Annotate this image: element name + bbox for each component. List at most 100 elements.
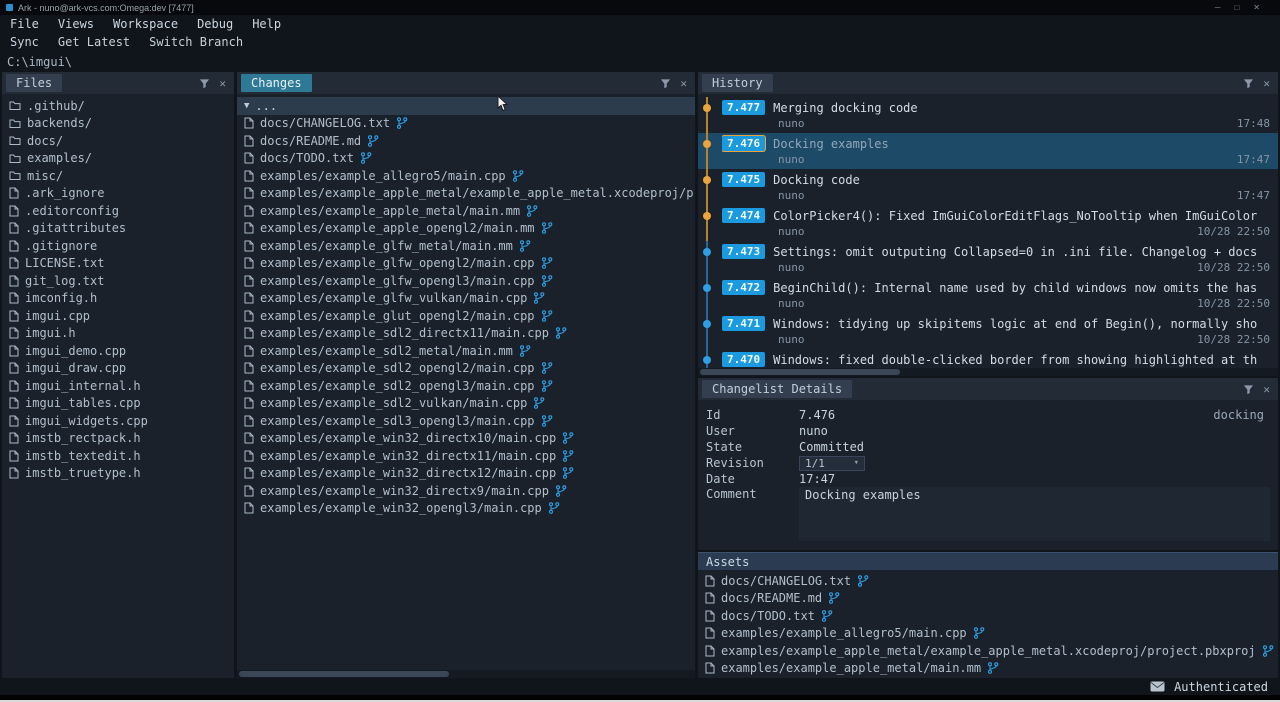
revision-badge[interactable]: 7.475: [722, 172, 765, 187]
changed-file-row[interactable]: examples/example_sdl2_directx11/main.cpp: [237, 325, 695, 343]
file-tree-item[interactable]: imconfig.h: [2, 290, 234, 308]
commit-row[interactable]: 7.477 Merging docking code nuno 17:48: [698, 97, 1278, 133]
filter-icon[interactable]: [1243, 384, 1254, 395]
close-panel-icon[interactable]: ✕: [680, 78, 687, 89]
changed-file-row[interactable]: examples/example_apple_metal/main.mm: [237, 202, 695, 220]
changed-file-row[interactable]: examples/example_apple_metal/example_app…: [237, 185, 695, 203]
changed-file-row[interactable]: examples/example_glfw_metal/main.mm: [237, 237, 695, 255]
file-tree-item[interactable]: misc/: [2, 167, 234, 185]
history-panel-title[interactable]: History: [702, 74, 773, 92]
commit-row[interactable]: 7.474 ColorPicker4(): Fixed ImGuiColorEd…: [698, 205, 1278, 241]
commit-row[interactable]: 7.475 Docking code nuno 17:47: [698, 169, 1278, 205]
file-tree-item[interactable]: docs/: [2, 132, 234, 150]
changed-file-row[interactable]: examples/example_glfw_opengl2/main.cpp: [237, 255, 695, 273]
changed-file-row[interactable]: examples/example_sdl2_metal/main.mm: [237, 342, 695, 360]
file-tree-item[interactable]: imstb_rectpack.h: [2, 430, 234, 448]
revision-badge[interactable]: 7.473: [722, 244, 765, 259]
file-tree-item[interactable]: imstb_truetype.h: [2, 465, 234, 483]
changed-file-row[interactable]: docs/README.md: [237, 132, 695, 150]
branch-icon: [562, 450, 574, 462]
toolbar-button[interactable]: Get Latest: [58, 35, 130, 49]
files-panel-title[interactable]: Files: [6, 74, 62, 92]
file-tree-item[interactable]: imgui_internal.h: [2, 377, 234, 395]
changed-file-row[interactable]: examples/example_allegro5/main.cpp: [237, 167, 695, 185]
asset-row[interactable]: docs/TODO.txt: [698, 607, 1278, 625]
history-horizontal-scrollbar: [698, 368, 1278, 376]
commit-row[interactable]: 7.473 Settings: omit outputing Collapsed…: [698, 241, 1278, 277]
revision-badge[interactable]: 7.477: [722, 100, 765, 115]
menu-item[interactable]: Workspace: [113, 17, 178, 31]
scrollbar-thumb[interactable]: [700, 369, 900, 375]
commit-row[interactable]: 7.470 Windows: fixed double-clicked bord…: [698, 349, 1278, 368]
file-tree-item[interactable]: .ark_ignore: [2, 185, 234, 203]
filter-icon[interactable]: [1243, 78, 1254, 89]
changelist-expander-row[interactable]: ▼ ...: [237, 97, 695, 115]
file-tree-item[interactable]: imgui.h: [2, 325, 234, 343]
menu-item[interactable]: Help: [252, 17, 281, 31]
changed-file-row[interactable]: examples/example_win32_directx9/main.cpp: [237, 482, 695, 500]
file-tree-item[interactable]: .editorconfig: [2, 202, 234, 220]
changed-file-row[interactable]: examples/example_sdl2_opengl2/main.cpp: [237, 360, 695, 378]
commit-row[interactable]: 7.476 Docking examples nuno 17:47: [698, 133, 1278, 169]
changed-file-row[interactable]: examples/example_win32_directx10/main.cp…: [237, 430, 695, 448]
commit-time: 17:47: [1237, 189, 1270, 202]
file-tree-item[interactable]: LICENSE.txt: [2, 255, 234, 273]
changed-file-row[interactable]: examples/example_glut_opengl2/main.cpp: [237, 307, 695, 325]
revision-badge[interactable]: 7.472: [722, 280, 765, 295]
file-icon: [9, 292, 19, 304]
file-tree-item[interactable]: imgui_demo.cpp: [2, 342, 234, 360]
close-panel-icon[interactable]: ✕: [219, 78, 226, 89]
branch-icon: [857, 575, 869, 587]
changed-file-row[interactable]: examples/example_apple_opengl2/main.mm: [237, 220, 695, 238]
asset-row[interactable]: docs/CHANGELOG.txt: [698, 572, 1278, 590]
file-tree-item[interactable]: imgui_widgets.cpp: [2, 412, 234, 430]
toolbar-button[interactable]: Sync: [10, 35, 39, 49]
changed-file-row[interactable]: examples/example_win32_directx11/main.cp…: [237, 447, 695, 465]
close-icon[interactable]: ✕: [1253, 3, 1260, 12]
close-panel-icon[interactable]: ✕: [1263, 78, 1270, 89]
filter-icon[interactable]: [660, 78, 671, 89]
file-tree-item[interactable]: .gitignore: [2, 237, 234, 255]
menu-item[interactable]: Views: [58, 17, 94, 31]
revision-badge[interactable]: 7.470: [722, 352, 765, 367]
changed-file-row[interactable]: examples/example_win32_opengl3/main.cpp: [237, 500, 695, 518]
changed-file-row[interactable]: examples/example_win32_directx12/main.cp…: [237, 465, 695, 483]
commit-row[interactable]: 7.472 BeginChild(): Internal name used b…: [698, 277, 1278, 313]
changed-file-row[interactable]: examples/example_sdl2_vulkan/main.cpp: [237, 395, 695, 413]
menu-item[interactable]: File: [10, 17, 39, 31]
file-tree-item[interactable]: imgui.cpp: [2, 307, 234, 325]
changed-file-row[interactable]: docs/TODO.txt: [237, 150, 695, 168]
revision-badge[interactable]: 7.474: [722, 208, 765, 223]
changed-file-row[interactable]: examples/example_sdl3_opengl3/main.cpp: [237, 412, 695, 430]
file-tree-item[interactable]: imstb_textedit.h: [2, 447, 234, 465]
toolbar-button[interactable]: Switch Branch: [149, 35, 243, 49]
file-tree-item[interactable]: examples/: [2, 150, 234, 168]
file-tree-item[interactable]: .gitattributes: [2, 220, 234, 238]
revision-select[interactable]: 1/1 ▾: [799, 456, 865, 471]
scrollbar-thumb[interactable]: [239, 671, 449, 677]
file-tree-item[interactable]: imgui_tables.cpp: [2, 395, 234, 413]
minimize-icon[interactable]: ─: [1215, 3, 1221, 12]
file-tree-item[interactable]: .github/: [2, 97, 234, 115]
revision-badge[interactable]: 7.471: [722, 316, 765, 331]
changed-file-row[interactable]: examples/example_glfw_vulkan/main.cpp: [237, 290, 695, 308]
revision-badge[interactable]: 7.476: [722, 136, 765, 151]
changed-file-row[interactable]: examples/example_sdl2_opengl3/main.cpp: [237, 377, 695, 395]
changed-file-row[interactable]: docs/CHANGELOG.txt: [237, 115, 695, 133]
menu-item[interactable]: Debug: [197, 17, 233, 31]
filter-icon[interactable]: [199, 78, 210, 89]
changed-file-row[interactable]: examples/example_glfw_opengl3/main.cpp: [237, 272, 695, 290]
changes-panel-title[interactable]: Changes: [241, 74, 312, 92]
asset-row[interactable]: docs/README.md: [698, 590, 1278, 608]
asset-row[interactable]: examples/example_allegro5/main.cpp: [698, 625, 1278, 643]
file-tree-item[interactable]: git_log.txt: [2, 272, 234, 290]
details-panel-title[interactable]: Changelist Details: [702, 380, 852, 398]
commit-row[interactable]: 7.471 Windows: tidying up skipitems logi…: [698, 313, 1278, 349]
file-tree-item[interactable]: imgui_draw.cpp: [2, 360, 234, 378]
asset-row[interactable]: examples/example_apple_metal/example_app…: [698, 642, 1278, 660]
comment-box[interactable]: Docking examples: [799, 487, 1270, 541]
file-tree-item[interactable]: backends/: [2, 115, 234, 133]
maximize-icon[interactable]: □: [1234, 3, 1239, 12]
close-panel-icon[interactable]: ✕: [1263, 384, 1270, 395]
asset-row[interactable]: examples/example_apple_metal/main.mm: [698, 660, 1278, 678]
